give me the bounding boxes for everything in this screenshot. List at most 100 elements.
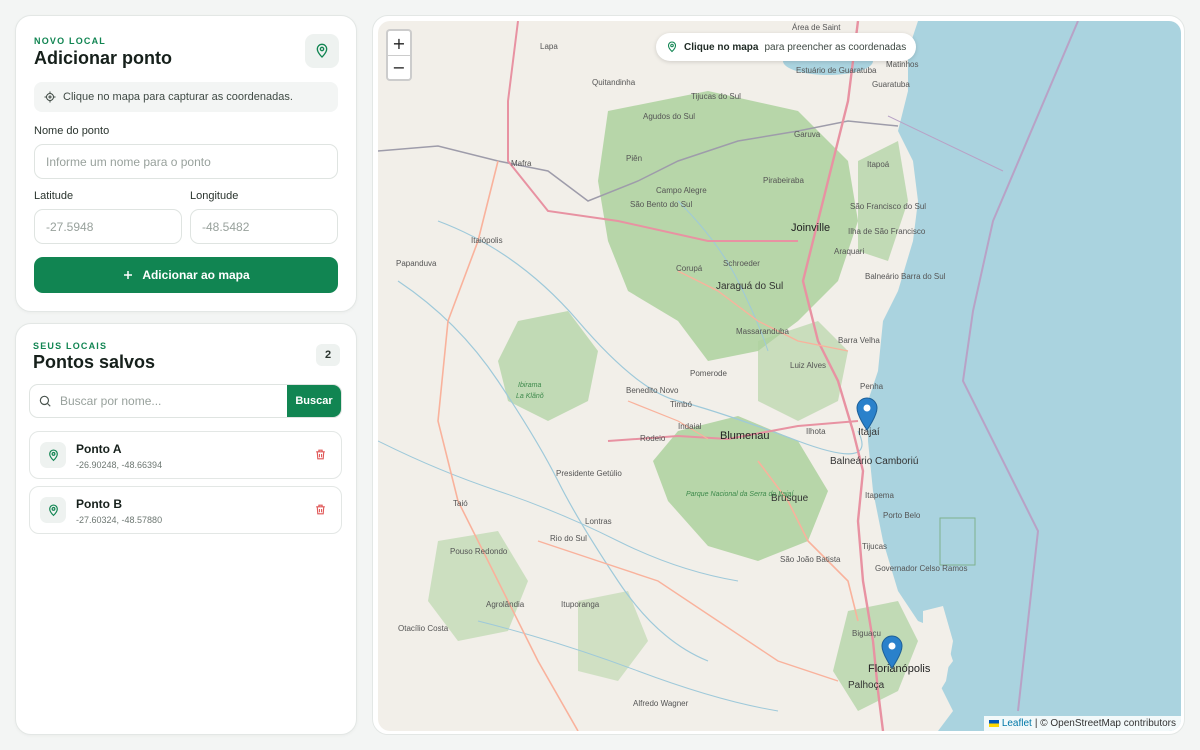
saved-point-name: Ponto B xyxy=(76,497,122,511)
map-marker-ponto-b[interactable] xyxy=(881,635,903,669)
label-massaranduba: Massaranduba xyxy=(736,327,789,336)
label-rio-do-sul: Rio do Sul xyxy=(550,534,587,543)
label-porto-belo: Porto Belo xyxy=(883,511,921,520)
zoom-out-button[interactable]: − xyxy=(388,55,410,79)
leaflet-link[interactable]: Leaflet xyxy=(1002,718,1032,729)
label-taio: Taió xyxy=(453,499,468,508)
label-ituporanga: Ituporanga xyxy=(561,600,600,609)
longitude-input[interactable] xyxy=(190,209,338,244)
saved-points-card: SEUS LOCAIS Pontos salvos 2 Buscar Ponto… xyxy=(15,323,357,735)
point-name-input[interactable] xyxy=(34,144,338,179)
label-indaial: Indaial xyxy=(678,422,702,431)
label-joinville: Joinville xyxy=(791,222,830,234)
label-jaragua-do-sul: Jaraguá do Sul xyxy=(716,281,783,292)
saved-point-item[interactable]: Ponto B -27.60324, -48.57880 xyxy=(29,486,342,534)
map-hint-text: para preencher as coordenadas xyxy=(764,41,907,53)
saved-point-pin xyxy=(40,442,66,468)
name-label: Nome do ponto xyxy=(34,125,110,137)
add-to-map-button[interactable]: Adicionar ao mapa xyxy=(34,257,338,293)
map-pin-icon xyxy=(48,448,58,461)
label-otacilio-costa: Otacílio Costa xyxy=(398,624,449,633)
label-parque-nacional: Parque Nacional da Serra do Itajaí xyxy=(686,491,794,498)
label-balneario-barra-do-sul: Balneário Barra do Sul xyxy=(865,272,946,281)
add-eyebrow: NOVO LOCAL xyxy=(34,36,106,46)
search-input[interactable] xyxy=(60,385,287,417)
label-penha: Penha xyxy=(860,382,884,391)
add-point-card: NOVO LOCAL Adicionar ponto Clique no map… xyxy=(15,15,357,312)
saved-point-coords: -26.90248, -48.66394 xyxy=(76,460,163,470)
label-itapema: Itapema xyxy=(865,491,894,500)
label-ibirama: Ibirama xyxy=(518,382,541,389)
saved-point-pin xyxy=(40,497,66,523)
label-governador-celso-ramos: Governador Celso Ramos xyxy=(875,564,967,573)
label-presidente-getulio: Presidente Getúlio xyxy=(556,469,622,478)
label-pirabeiraba: Pirabeiraba xyxy=(763,176,804,185)
ocean xyxy=(868,21,1181,731)
saved-point-coords: -27.60324, -48.57880 xyxy=(76,515,163,525)
saved-point-name: Ponto A xyxy=(76,442,122,456)
map[interactable]: Lapa Quitandinha Tijucas do Sul Agudos d… xyxy=(378,21,1181,731)
map-hint-bold: Clique no mapa xyxy=(684,41,759,53)
label-lapa: Lapa xyxy=(540,42,558,51)
label-tijucas-do-sul: Tijucas do Sul xyxy=(691,92,741,101)
trash-icon[interactable] xyxy=(314,448,327,461)
label-pomerode: Pomerode xyxy=(690,369,727,378)
label-alfredo-wagner: Alfredo Wagner xyxy=(633,699,689,708)
map-marker-ponto-a[interactable] xyxy=(856,397,878,431)
label-agrolandia: Agrolândia xyxy=(486,600,525,609)
label-agudos-do-sul: Agudos do Sul xyxy=(643,112,695,121)
map-pin-icon xyxy=(667,41,677,53)
longitude-label: Longitude xyxy=(190,190,239,202)
latitude-input[interactable] xyxy=(34,209,182,244)
saved-point-item[interactable]: Ponto A -26.90248, -48.66394 xyxy=(29,431,342,479)
label-garuva: Garuva xyxy=(794,130,821,139)
label-corupa: Corupá xyxy=(676,264,703,273)
label-blumenau: Blumenau xyxy=(720,430,770,442)
label-ilhota: Ilhota xyxy=(806,427,826,436)
label-itapoa: Itapoá xyxy=(867,160,890,169)
label-sao-francisco-do-sul: São Francisco do Sul xyxy=(850,202,926,211)
label-luiz-alves: Luiz Alves xyxy=(790,361,826,370)
map-pin-icon xyxy=(48,503,58,516)
crosshair-icon xyxy=(44,91,56,103)
capture-hint-text: Clique no mapa para capturar as coordena… xyxy=(63,91,293,103)
attribution-text: | © OpenStreetMap contributors xyxy=(1034,718,1176,729)
add-title: Adicionar ponto xyxy=(34,48,172,68)
label-barra-velha: Barra Velha xyxy=(838,336,880,345)
label-palhoca: Palhoça xyxy=(848,680,885,691)
label-la-klano: La Klãnõ xyxy=(516,393,544,400)
search-button[interactable]: Buscar xyxy=(287,385,341,417)
map-pin-icon xyxy=(316,43,328,58)
saved-eyebrow: SEUS LOCAIS xyxy=(33,341,108,351)
zoom-in-button[interactable]: + xyxy=(388,31,410,55)
label-balneario-camboriu: Balneário Camboriú xyxy=(830,456,918,467)
label-sao-joao-batista: São João Batista xyxy=(780,555,841,564)
saved-count-badge: 2 xyxy=(316,344,340,366)
label-schroeder: Schroeder xyxy=(723,259,760,268)
search-bar: Buscar xyxy=(29,384,342,418)
marker-icon xyxy=(856,397,878,431)
label-timbo: Timbó xyxy=(670,400,692,409)
plus-icon xyxy=(124,271,133,279)
label-itaiopolis: Itaiópolis xyxy=(471,236,503,245)
label-area-de-saint: Área de Saint xyxy=(792,23,841,32)
label-papanduva: Papanduva xyxy=(396,259,437,268)
label-lontras: Lontras xyxy=(585,517,612,526)
label-rodeio: Rodeio xyxy=(640,434,666,443)
label-matinhos: Matinhos xyxy=(886,60,918,69)
label-araquari: Araquari xyxy=(834,247,864,256)
label-biguacu: Biguaçu xyxy=(852,629,881,638)
latitude-label: Latitude xyxy=(34,190,74,202)
saved-title: Pontos salvos xyxy=(33,352,156,372)
label-benedito-novo: Benedito Novo xyxy=(626,386,679,395)
zoom-control: + − xyxy=(386,29,412,81)
trash-icon[interactable] xyxy=(314,503,327,516)
map-hint: Clique no mapa para preencher as coorden… xyxy=(656,33,917,61)
map-tiles[interactable]: Lapa Quitandinha Tijucas do Sul Agudos d… xyxy=(378,21,1181,731)
label-sao-bento-do-sul: São Bento do Sul xyxy=(630,200,692,209)
search-icon xyxy=(39,395,51,407)
label-quitandinha: Quitandinha xyxy=(592,78,636,87)
map-attribution: Leaflet | © OpenStreetMap contributors xyxy=(983,716,1181,731)
label-campo-alegre: Campo Alegre xyxy=(656,186,707,195)
label-tijucas: Tijucas xyxy=(862,542,887,551)
